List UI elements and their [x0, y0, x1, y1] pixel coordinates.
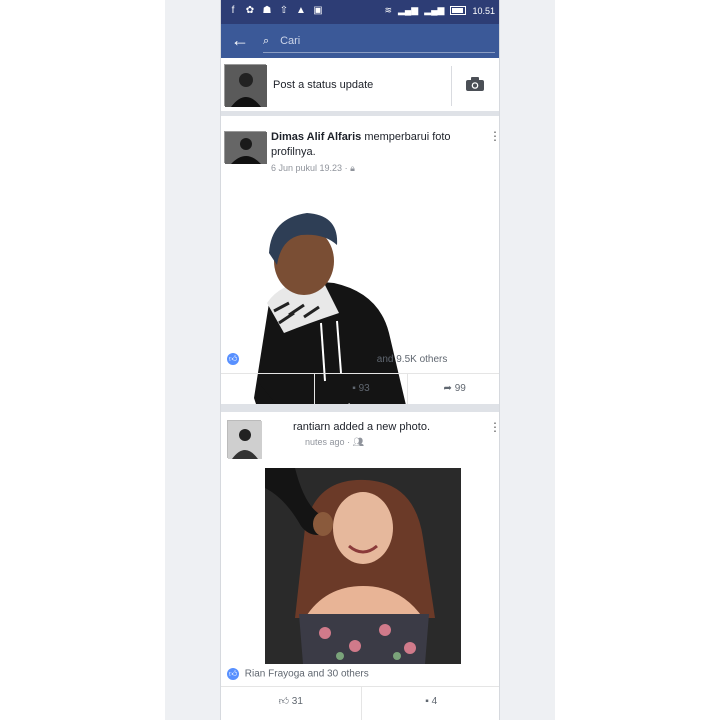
post-status-prompt[interactable]: Post a status update [273, 79, 373, 91]
feed-post: rantiarn added a new photo. nutes ago · … [221, 412, 500, 720]
phone-screen: f ✿ ☗ ⇧ ▲ ▣ ≋ ▂▄▆ ▂▄▆ 10.51 ← ⌕ Cari Pos… [220, 0, 500, 720]
comment-count: 93 [358, 383, 370, 394]
battery-icon [450, 6, 467, 15]
back-arrow-icon[interactable]: ← [231, 30, 251, 50]
wifi-icon: ≋ [384, 5, 392, 15]
search-input[interactable]: ⌕ Cari [263, 29, 495, 53]
reactions-summary[interactable]: 👍︎ Rian Frayoga and 30 others [227, 668, 369, 680]
avatar[interactable] [224, 64, 267, 107]
camera-icon[interactable] [466, 77, 484, 91]
status-bar: f ✿ ☗ ⇧ ▲ ▣ ≋ ▂▄▆ ▂▄▆ 10.51 [221, 0, 499, 24]
thumbs-up-icon: 👍︎ [278, 696, 290, 707]
app-bar: ← ⌕ Cari [221, 24, 499, 58]
signal-icon: ▂▄▆ [398, 5, 419, 15]
post-action-text: added a new photo. [333, 421, 430, 433]
lock-icon: · 🔒︎ [344, 163, 355, 173]
like-button[interactable]: 👍︎ 31 [221, 687, 362, 720]
reactions-summary[interactable]: 👍︎ and 9.5K others [227, 353, 447, 365]
like-reaction-icon: 👍︎ [227, 668, 239, 680]
avatar[interactable] [227, 420, 262, 459]
share-count: 99 [454, 383, 466, 394]
app-icon-3: ▲ [296, 5, 306, 16]
post-actions: ▪ 93 ➦ 99 [221, 373, 499, 404]
post-timestamp: 6 Jun pukul 19.23 · 🔒︎ [271, 163, 355, 174]
share-icon: ➦ [443, 383, 452, 394]
feed-separator [221, 404, 499, 412]
timestamp[interactable]: nutes ago [305, 437, 345, 447]
app-icon: ✿ [245, 5, 255, 16]
post-header: rantiarn added a new photo. [293, 421, 430, 433]
comment-icon: ▪ [352, 383, 356, 394]
facebook-icon: f [231, 5, 235, 16]
more-options-icon[interactable]: ⋮ [489, 129, 499, 143]
more-options-icon[interactable]: ⋮ [489, 420, 499, 434]
notification-icons: f ✿ ☗ ⇧ ▲ ▣ [227, 4, 324, 17]
comment-count: 4 [431, 696, 438, 707]
like-button[interactable] [221, 374, 315, 404]
status-composer: Post a status update [221, 58, 499, 116]
comment-button[interactable]: ▪ 4 [362, 687, 500, 720]
comment-button[interactable]: ▪ 93 [315, 374, 409, 404]
like-reaction-icon: 👍︎ [227, 353, 239, 365]
post-header: Dimas Alif Alfaris memperbarui foto prof… [271, 130, 471, 160]
author-name[interactable]: Dimas Alif Alfaris [271, 131, 361, 143]
search-icon: ⌕ [263, 35, 270, 47]
like-count: 31 [291, 696, 303, 707]
app-icon-2: ☗ [262, 5, 272, 16]
divider [451, 66, 452, 106]
post-actions: 👍︎ 31 ▪ 4 [221, 686, 500, 720]
feed-post: Dimas Alif Alfaris memperbarui foto prof… [221, 121, 499, 443]
avatar[interactable] [224, 131, 267, 164]
comment-icon: ▪ [425, 696, 429, 707]
search-placeholder: Cari [280, 35, 301, 47]
friends-icon: · 👥︎ [347, 437, 364, 447]
signal-icon-2: ▂▄▆ [424, 5, 445, 15]
share-button[interactable]: ➦ 99 [408, 374, 499, 404]
post-timestamp: nutes ago · 👥︎ [305, 437, 364, 448]
reactions-text: and 9.5K others [376, 353, 448, 365]
reactions-text: Rian Frayoga and 30 others [244, 668, 369, 680]
timestamp[interactable]: 6 Jun pukul 19.23 [271, 163, 342, 173]
upload-icon: ⇧ [279, 5, 289, 16]
author-name[interactable]: rantiarn [293, 421, 330, 433]
message-icon: ▣ [313, 5, 323, 16]
post-photo[interactable] [265, 468, 461, 664]
clock: 10.51 [472, 5, 495, 16]
